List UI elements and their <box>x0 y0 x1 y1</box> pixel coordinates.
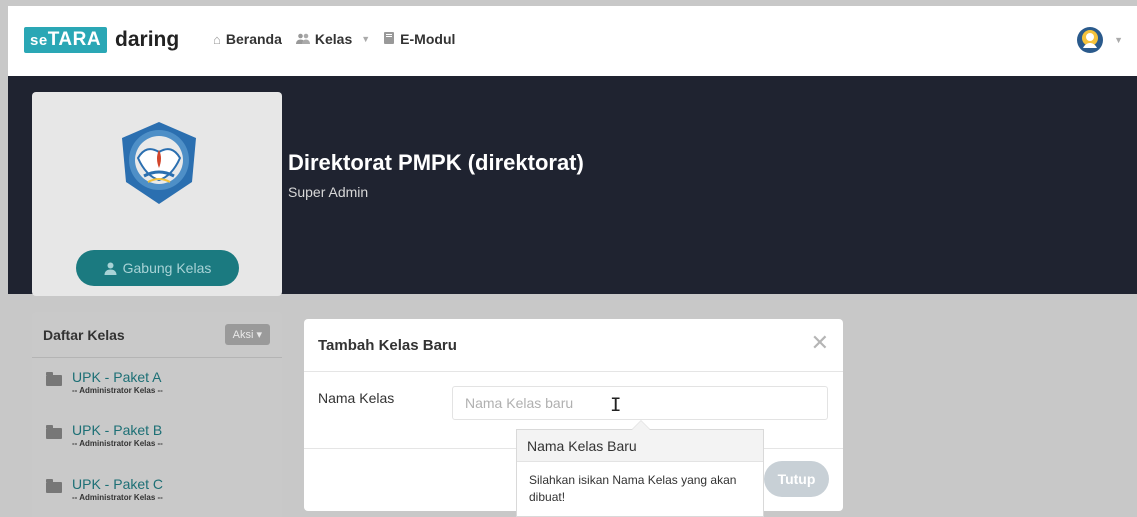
avatar-icon <box>1077 27 1104 53</box>
folder-icon <box>46 479 62 493</box>
class-name[interactable]: UPK - Paket C <box>72 477 163 492</box>
main-nav: ⌂ Beranda Kelas ▼ E-Modul <box>213 31 455 47</box>
chevron-down-icon: ▾ <box>256 329 262 341</box>
close-button[interactable]: Tutup <box>764 461 829 497</box>
tooltip-arrow-inner <box>632 421 650 430</box>
folder-icon <box>46 425 62 439</box>
nav-kelas-label: Kelas <box>314 31 353 47</box>
join-class-label: Gabung Kelas <box>122 260 212 276</box>
brand-mark: seTARA <box>24 27 108 53</box>
class-role: -- Administrator Kelas -- <box>72 439 163 448</box>
home-icon: ⌂ <box>213 31 221 47</box>
chevron-down-icon: ▼ <box>361 34 371 44</box>
input-tooltip: Nama Kelas Baru Silahkan isikan Nama Kel… <box>516 429 764 517</box>
nav-emodul-label: E-Modul <box>400 31 456 47</box>
tooltip-text: Silahkan isikan Nama Kelas yang akan dib… <box>529 473 737 504</box>
user-icon <box>104 262 117 275</box>
nav-kelas[interactable]: Kelas ▼ <box>295 31 371 47</box>
brand-highlight: TARA <box>47 29 102 50</box>
top-navbar: seTARA daring ⌂ Beranda Kelas ▼ E-Modul <box>8 6 1137 76</box>
class-text: UPK - Paket A -- Administrator Kelas -- <box>72 370 163 396</box>
class-name[interactable]: UPK - Paket A <box>72 370 163 385</box>
profile-role: Super Admin <box>288 184 369 200</box>
brand-prefix: se <box>30 32 48 49</box>
brand-logo[interactable]: seTARA daring <box>24 26 179 54</box>
actions-label: Aksi <box>232 329 254 341</box>
class-list-title: Daftar Kelas <box>43 326 125 343</box>
class-text: UPK - Paket C -- Administrator Kelas -- <box>72 477 163 503</box>
folder-icon <box>46 372 62 386</box>
class-item[interactable]: UPK - Paket C -- Administrator Kelas -- <box>46 477 163 502</box>
tut-wuri-handayani-emblem <box>122 122 196 204</box>
actions-dropdown-button[interactable]: Aksi ▾ <box>224 324 270 345</box>
profile-name: Direktorat PMPK (direktorat) <box>288 150 584 175</box>
tooltip-title: Nama Kelas Baru <box>517 430 763 462</box>
text-cursor-icon: I <box>610 394 622 416</box>
nav-beranda[interactable]: ⌂ Beranda <box>213 31 282 47</box>
chevron-down-icon: ▼ <box>1114 35 1123 45</box>
profile-card: Gabung Kelas <box>32 92 282 296</box>
nav-beranda-label: Beranda <box>225 31 282 47</box>
nav-emodul[interactable]: E-Modul <box>384 31 455 47</box>
class-list-panel: Daftar Kelas Aksi ▾ UPK - Paket A -- Adm… <box>32 312 282 517</box>
class-name-label: Nama Kelas <box>318 390 395 406</box>
brand-word: daring <box>115 28 180 51</box>
users-icon <box>295 32 310 47</box>
class-role: -- Administrator Kelas -- <box>72 493 163 502</box>
modal-title: Tambah Kelas Baru <box>318 337 457 354</box>
class-name-input[interactable] <box>452 386 828 420</box>
class-item[interactable]: UPK - Paket B -- Administrator Kelas -- <box>46 423 163 448</box>
close-icon[interactable]: ✕ <box>811 332 829 354</box>
class-role: -- Administrator Kelas -- <box>72 386 163 395</box>
modal-header: Tambah Kelas Baru ✕ <box>304 319 843 372</box>
class-text: UPK - Paket B -- Administrator Kelas -- <box>72 423 163 449</box>
class-name[interactable]: UPK - Paket B <box>72 423 163 438</box>
book-icon <box>384 31 395 47</box>
user-menu[interactable]: ▼ <box>1076 26 1123 54</box>
join-class-button[interactable]: Gabung Kelas <box>76 250 239 286</box>
class-list-header: Daftar Kelas Aksi ▾ <box>32 312 282 358</box>
class-item[interactable]: UPK - Paket A -- Administrator Kelas -- <box>46 370 163 395</box>
